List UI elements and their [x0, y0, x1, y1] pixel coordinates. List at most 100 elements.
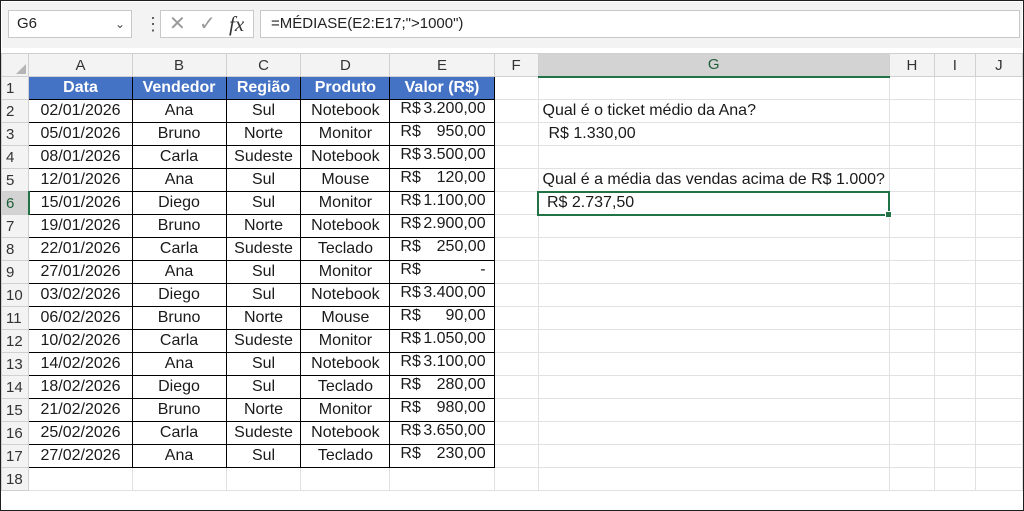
cell-j6[interactable]	[974, 191, 1023, 215]
cell-h12[interactable]	[888, 329, 935, 353]
cell-d7[interactable]: Notebook	[300, 214, 391, 238]
cell-g7[interactable]	[537, 214, 890, 238]
cell-e5[interactable]: R$ 120,00	[389, 168, 495, 192]
cell-a16[interactable]: 25/02/2026	[28, 421, 133, 445]
cell-d9[interactable]: Monitor	[300, 260, 391, 284]
cell-a5[interactable]: 12/01/2026	[28, 168, 133, 192]
column-header-h[interactable]: H	[888, 53, 935, 77]
cell-j3[interactable]	[974, 122, 1023, 146]
cell-d4[interactable]: Notebook	[300, 145, 391, 169]
cell-i18[interactable]	[933, 467, 976, 491]
cell-b1[interactable]: Vendedor	[131, 76, 227, 100]
cell-i11[interactable]	[933, 306, 976, 330]
cell-d10[interactable]: Notebook	[300, 283, 391, 307]
cell-c10[interactable]: Sul	[225, 283, 302, 307]
cell-i6[interactable]	[933, 191, 976, 215]
cell-a6[interactable]: 15/01/2026	[28, 191, 133, 215]
cell-i5[interactable]	[933, 168, 976, 192]
cell-a12[interactable]: 10/02/2026	[28, 329, 133, 353]
cell-b13[interactable]: Ana	[131, 352, 227, 376]
cell-f15[interactable]	[493, 398, 539, 422]
row-header-6[interactable]: 6	[1, 191, 30, 215]
cell-i17[interactable]	[933, 444, 976, 468]
cell-d11[interactable]: Mouse	[300, 306, 391, 330]
cell-j5[interactable]	[974, 168, 1023, 192]
cell-d14[interactable]: Teclado	[300, 375, 391, 399]
cell-g2[interactable]: Qual é o ticket médio da Ana?	[537, 99, 890, 123]
cell-c5[interactable]: Sul	[225, 168, 302, 192]
cell-e15[interactable]: R$ 980,00	[389, 398, 495, 422]
cell-d5[interactable]: Mouse	[300, 168, 391, 192]
cell-h15[interactable]	[888, 398, 935, 422]
column-header-i[interactable]: I	[933, 53, 976, 77]
cell-a3[interactable]: 05/01/2026	[28, 122, 133, 146]
cell-e13[interactable]: R$ 3.100,00	[389, 352, 495, 376]
cell-e3[interactable]: R$ 950,00	[389, 122, 495, 146]
cell-h18[interactable]	[888, 467, 935, 491]
cell-c17[interactable]: Sul	[225, 444, 302, 468]
row-header-4[interactable]: 4	[1, 145, 30, 169]
cell-a18[interactable]	[28, 467, 133, 491]
cell-e7[interactable]: R$ 2.900,00	[389, 214, 495, 238]
cell-f1[interactable]	[493, 76, 539, 100]
formula-input[interactable]: =MÉDIASE(E2:E17;">1000")	[260, 10, 1020, 38]
column-header-g[interactable]: G	[537, 53, 890, 78]
cell-e10[interactable]: R$ 3.400,00	[389, 283, 495, 307]
cell-g3[interactable]: R$ 1.330,00	[537, 122, 890, 146]
column-header-j[interactable]: J	[974, 53, 1023, 77]
cell-e9[interactable]: R$ -	[389, 260, 495, 284]
cell-j11[interactable]	[974, 306, 1023, 330]
cell-i15[interactable]	[933, 398, 976, 422]
cell-d13[interactable]: Notebook	[300, 352, 391, 376]
cell-j14[interactable]	[974, 375, 1023, 399]
cell-c12[interactable]: Sudeste	[225, 329, 302, 353]
cell-a9[interactable]: 27/01/2026	[28, 260, 133, 284]
row-header-14[interactable]: 14	[1, 375, 30, 399]
chevron-down-icon[interactable]: ⌄	[115, 11, 125, 37]
cell-d3[interactable]: Monitor	[300, 122, 391, 146]
cell-h14[interactable]	[888, 375, 935, 399]
cell-e16[interactable]: R$ 3.650,00	[389, 421, 495, 445]
cell-c3[interactable]: Norte	[225, 122, 302, 146]
cell-i1[interactable]	[933, 76, 976, 100]
cell-e14[interactable]: R$ 280,00	[389, 375, 495, 399]
cell-g6[interactable]: R$ 2.737,50	[536, 190, 894, 219]
cell-h1[interactable]	[888, 76, 935, 100]
cell-f14[interactable]	[493, 375, 539, 399]
cell-d15[interactable]: Monitor	[300, 398, 391, 422]
cell-f9[interactable]	[493, 260, 539, 284]
cell-a1[interactable]: Data	[28, 76, 133, 100]
cell-e6[interactable]: R$ 1.100,00	[389, 191, 495, 215]
row-header-16[interactable]: 16	[1, 421, 30, 445]
cell-a4[interactable]: 08/01/2026	[28, 145, 133, 169]
cell-d1[interactable]: Produto	[300, 76, 391, 100]
row-header-10[interactable]: 10	[1, 283, 30, 307]
cell-f5[interactable]	[493, 168, 539, 192]
cell-h5[interactable]	[888, 168, 935, 192]
row-header-7[interactable]: 7	[1, 214, 30, 238]
cell-a11[interactable]: 06/02/2026	[28, 306, 133, 330]
cell-h7[interactable]	[888, 214, 935, 238]
cell-j1[interactable]	[974, 76, 1023, 100]
cell-h10[interactable]	[888, 283, 935, 307]
cell-f13[interactable]	[493, 352, 539, 376]
cell-b9[interactable]: Ana	[131, 260, 227, 284]
insert-function-icon[interactable]: fx	[229, 11, 244, 37]
cell-g1[interactable]	[537, 76, 890, 100]
cell-f7[interactable]	[493, 214, 539, 238]
cell-a8[interactable]: 22/01/2026	[28, 237, 133, 261]
cell-f10[interactable]	[493, 283, 539, 307]
cell-e18[interactable]	[389, 467, 495, 491]
cell-j15[interactable]	[974, 398, 1023, 422]
row-header-13[interactable]: 13	[1, 352, 30, 376]
cell-b8[interactable]: Carla	[131, 237, 227, 261]
row-header-3[interactable]: 3	[1, 122, 30, 146]
cell-c14[interactable]: Sul	[225, 375, 302, 399]
cell-c13[interactable]: Sul	[225, 352, 302, 376]
cell-c9[interactable]: Sul	[225, 260, 302, 284]
cell-d12[interactable]: Monitor	[300, 329, 391, 353]
cell-a14[interactable]: 18/02/2026	[28, 375, 133, 399]
column-header-d[interactable]: D	[300, 53, 391, 77]
cell-c15[interactable]: Norte	[225, 398, 302, 422]
cell-g4[interactable]	[537, 145, 890, 169]
